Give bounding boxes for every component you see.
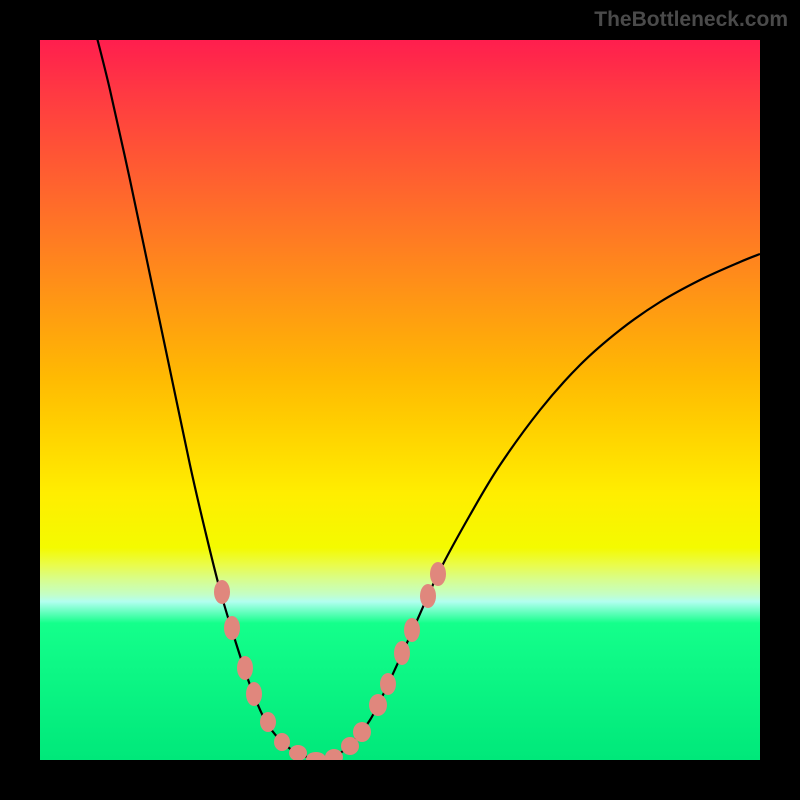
chart-svg [40,40,760,760]
data-marker [260,712,276,732]
data-marker [369,694,387,716]
data-marker [246,682,262,706]
data-marker [420,584,436,608]
data-marker [274,733,290,751]
data-marker [237,656,253,680]
data-markers [214,562,446,760]
data-marker [214,580,230,604]
data-marker [380,673,396,695]
watermark-text: TheBottleneck.com [594,8,788,32]
data-marker [404,618,420,642]
data-marker [353,722,371,742]
curve-left-branch [95,40,320,760]
chart-plot-area [40,40,760,760]
data-marker [224,616,240,640]
data-marker [430,562,446,586]
data-marker [325,749,343,760]
data-marker [394,641,410,665]
data-marker [306,752,326,760]
data-marker [289,745,307,760]
